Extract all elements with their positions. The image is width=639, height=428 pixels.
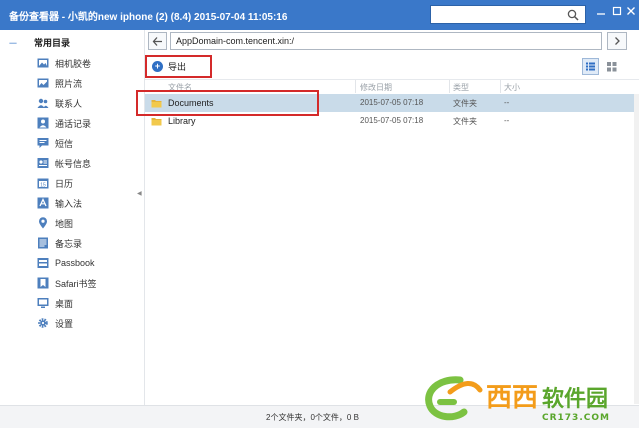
keyboard-icon <box>37 197 49 209</box>
sidebar-item-label: 日历 <box>55 178 74 189</box>
desktop-icon <box>37 298 49 308</box>
sidebar-item-label: 帐号信息 <box>55 158 92 169</box>
file-date: 2015-07-05 07:18 <box>360 116 424 125</box>
map-pin-icon <box>39 217 47 229</box>
svg-text:15: 15 <box>40 182 46 188</box>
sidebar-item-account[interactable]: 帐号信息 <box>37 153 97 173</box>
sidebar-item-label: 地图 <box>55 218 74 229</box>
file-name: Library <box>168 116 196 126</box>
sidebar-header[interactable]: － 常用目录 <box>8 35 71 50</box>
sidebar-item-label: Passbook <box>55 258 95 268</box>
sidebar-item-calendar[interactable]: 15 日历 <box>37 173 97 193</box>
svg-text:西西: 西西 <box>486 383 538 413</box>
sms-icon <box>37 138 49 148</box>
sidebar-item-label: 联系人 <box>55 98 83 109</box>
minimize-button[interactable] <box>594 6 608 20</box>
list-view-button[interactable] <box>582 58 599 75</box>
sidebar-item-settings[interactable]: 设置 <box>37 313 97 333</box>
search-input[interactable] <box>430 5 586 24</box>
chevron-right-icon <box>615 37 620 45</box>
sidebar-header-label: 常用目录 <box>34 37 71 48</box>
close-icon <box>627 7 635 15</box>
grid-view-icon <box>607 62 617 72</box>
sidebar-item-input-method[interactable]: 输入法 <box>37 193 97 213</box>
column-divider[interactable] <box>500 80 501 93</box>
close-button[interactable] <box>624 6 638 20</box>
file-type: 文件夹 <box>453 117 477 126</box>
file-type: 文件夹 <box>453 99 477 108</box>
contacts-icon <box>37 98 49 108</box>
export-highlight-box <box>145 55 212 78</box>
file-date: 2015-07-05 07:18 <box>360 98 424 107</box>
sidebar-item-map[interactable]: 地图 <box>37 213 97 233</box>
column-divider[interactable] <box>355 80 356 93</box>
vertical-scrollbar[interactable] <box>634 94 639 404</box>
sidebar-item-label: 设置 <box>55 318 74 329</box>
svg-text:软件园: 软件园 <box>542 386 608 412</box>
sidebar-item-label: 相机胶卷 <box>55 58 92 69</box>
maximize-icon <box>612 6 622 16</box>
path-input[interactable]: AppDomain-com.tencent.xin:/ <box>170 32 602 50</box>
sidebar-item-desktop[interactable]: 桌面 <box>37 293 97 313</box>
list-view-icon <box>586 62 595 71</box>
folder-icon <box>151 118 162 126</box>
file-size: -- <box>504 98 510 107</box>
arrow-left-icon <box>152 37 162 46</box>
minimize-icon <box>597 13 605 15</box>
notes-icon <box>38 237 48 249</box>
sidebar-collapse-handle[interactable]: ◀ <box>137 190 143 200</box>
sidebar-item-label: 备忘录 <box>55 238 83 249</box>
column-header-size[interactable]: 大小 <box>504 82 520 93</box>
photo-icon <box>37 58 49 68</box>
sidebar-item-label: 桌面 <box>55 298 74 309</box>
search-icon[interactable] <box>567 9 579 21</box>
column-header-date[interactable]: 修改日期 <box>360 82 392 93</box>
column-divider[interactable] <box>449 80 450 93</box>
column-header-type[interactable]: 类型 <box>453 82 469 93</box>
status-text: 2个文件夹，0个文件，0 B <box>266 413 359 422</box>
sidebar-list: 相机胶卷 照片流 联系人 通话记录 短信 帐号信息 15 日历 输入法 地图 备… <box>37 53 97 333</box>
sidebar-item-passbook[interactable]: Passbook <box>37 253 97 273</box>
sidebar-item-camera-roll[interactable]: 相机胶卷 <box>37 53 97 73</box>
gear-icon <box>38 318 48 328</box>
file-size: -- <box>504 116 510 125</box>
bookmark-icon <box>37 277 49 289</box>
watermark-logo: 西西 软件园 CR173.COM <box>425 376 610 423</box>
passbook-icon <box>37 258 49 268</box>
sidebar: － 常用目录 相机胶卷 照片流 联系人 通话记录 短信 帐号信息 15 日历 输… <box>0 30 137 405</box>
window-title: 备份查看器 - 小凯的new iphone (2) (8.4) 2015-07-… <box>9 12 288 23</box>
forward-button[interactable] <box>607 32 627 50</box>
table-row[interactable]: Library 2015-07-05 07:18 文件夹 -- <box>145 112 634 130</box>
sidebar-item-label: 照片流 <box>55 78 83 89</box>
svg-text:CR173.COM: CR173.COM <box>542 413 610 423</box>
sidebar-item-label: Safari书签 <box>55 278 97 289</box>
maximize-button[interactable] <box>610 6 624 20</box>
sidebar-item-contacts[interactable]: 联系人 <box>37 93 97 113</box>
sidebar-item-label: 通话记录 <box>55 118 92 129</box>
sidebar-item-label: 输入法 <box>55 198 83 209</box>
sidebar-item-label: 短信 <box>55 138 74 149</box>
calendar-icon: 15 <box>37 178 49 189</box>
sidebar-item-safari-bookmarks[interactable]: Safari书签 <box>37 273 97 293</box>
call-log-icon <box>37 117 49 129</box>
title-bar: 备份查看器 - 小凯的new iphone (2) (8.4) 2015-07-… <box>0 0 639 30</box>
photostream-icon <box>37 78 49 88</box>
sidebar-item-sms[interactable]: 短信 <box>37 133 97 153</box>
sidebar-item-call-log[interactable]: 通话记录 <box>37 113 97 133</box>
sidebar-item-photostream[interactable]: 照片流 <box>37 73 97 93</box>
account-icon <box>37 158 49 168</box>
collapse-icon: － <box>8 38 18 50</box>
sidebar-item-notes[interactable]: 备忘录 <box>37 233 97 253</box>
back-button[interactable] <box>148 32 167 50</box>
grid-view-button[interactable] <box>603 58 620 75</box>
